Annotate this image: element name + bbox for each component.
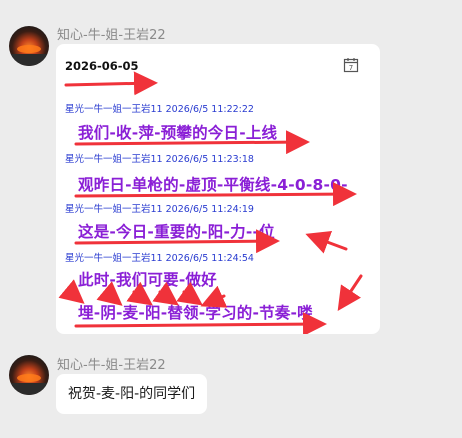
- arrow-annotations: [58, 71, 363, 334]
- arrow: [200, 285, 228, 308]
- text-message[interactable]: 祝贺-麦-阳-的同学们: [56, 374, 208, 414]
- arrow: [337, 274, 363, 311]
- avatar[interactable]: [9, 26, 49, 66]
- avatar[interactable]: [9, 355, 49, 395]
- arrow: [64, 71, 158, 96]
- arrow: [152, 281, 179, 306]
- arrow: [305, 231, 348, 254]
- arrow: [176, 281, 203, 306]
- sender-name: 知心-牛-姐-王岩22: [57, 358, 166, 373]
- arrow: [58, 279, 85, 304]
- arrow: [126, 281, 153, 306]
- arrow: [74, 229, 280, 254]
- image-message[interactable]: 2026-06-05 7 星光一牛一姐一王岩11 2026/6/5 11:22:…: [56, 44, 380, 334]
- sender-name: 知心-牛-姐-王岩22: [57, 28, 166, 43]
- arrow: [96, 281, 123, 306]
- arrow: [74, 182, 357, 207]
- arrow: [74, 312, 327, 334]
- arrow: [74, 130, 310, 155]
